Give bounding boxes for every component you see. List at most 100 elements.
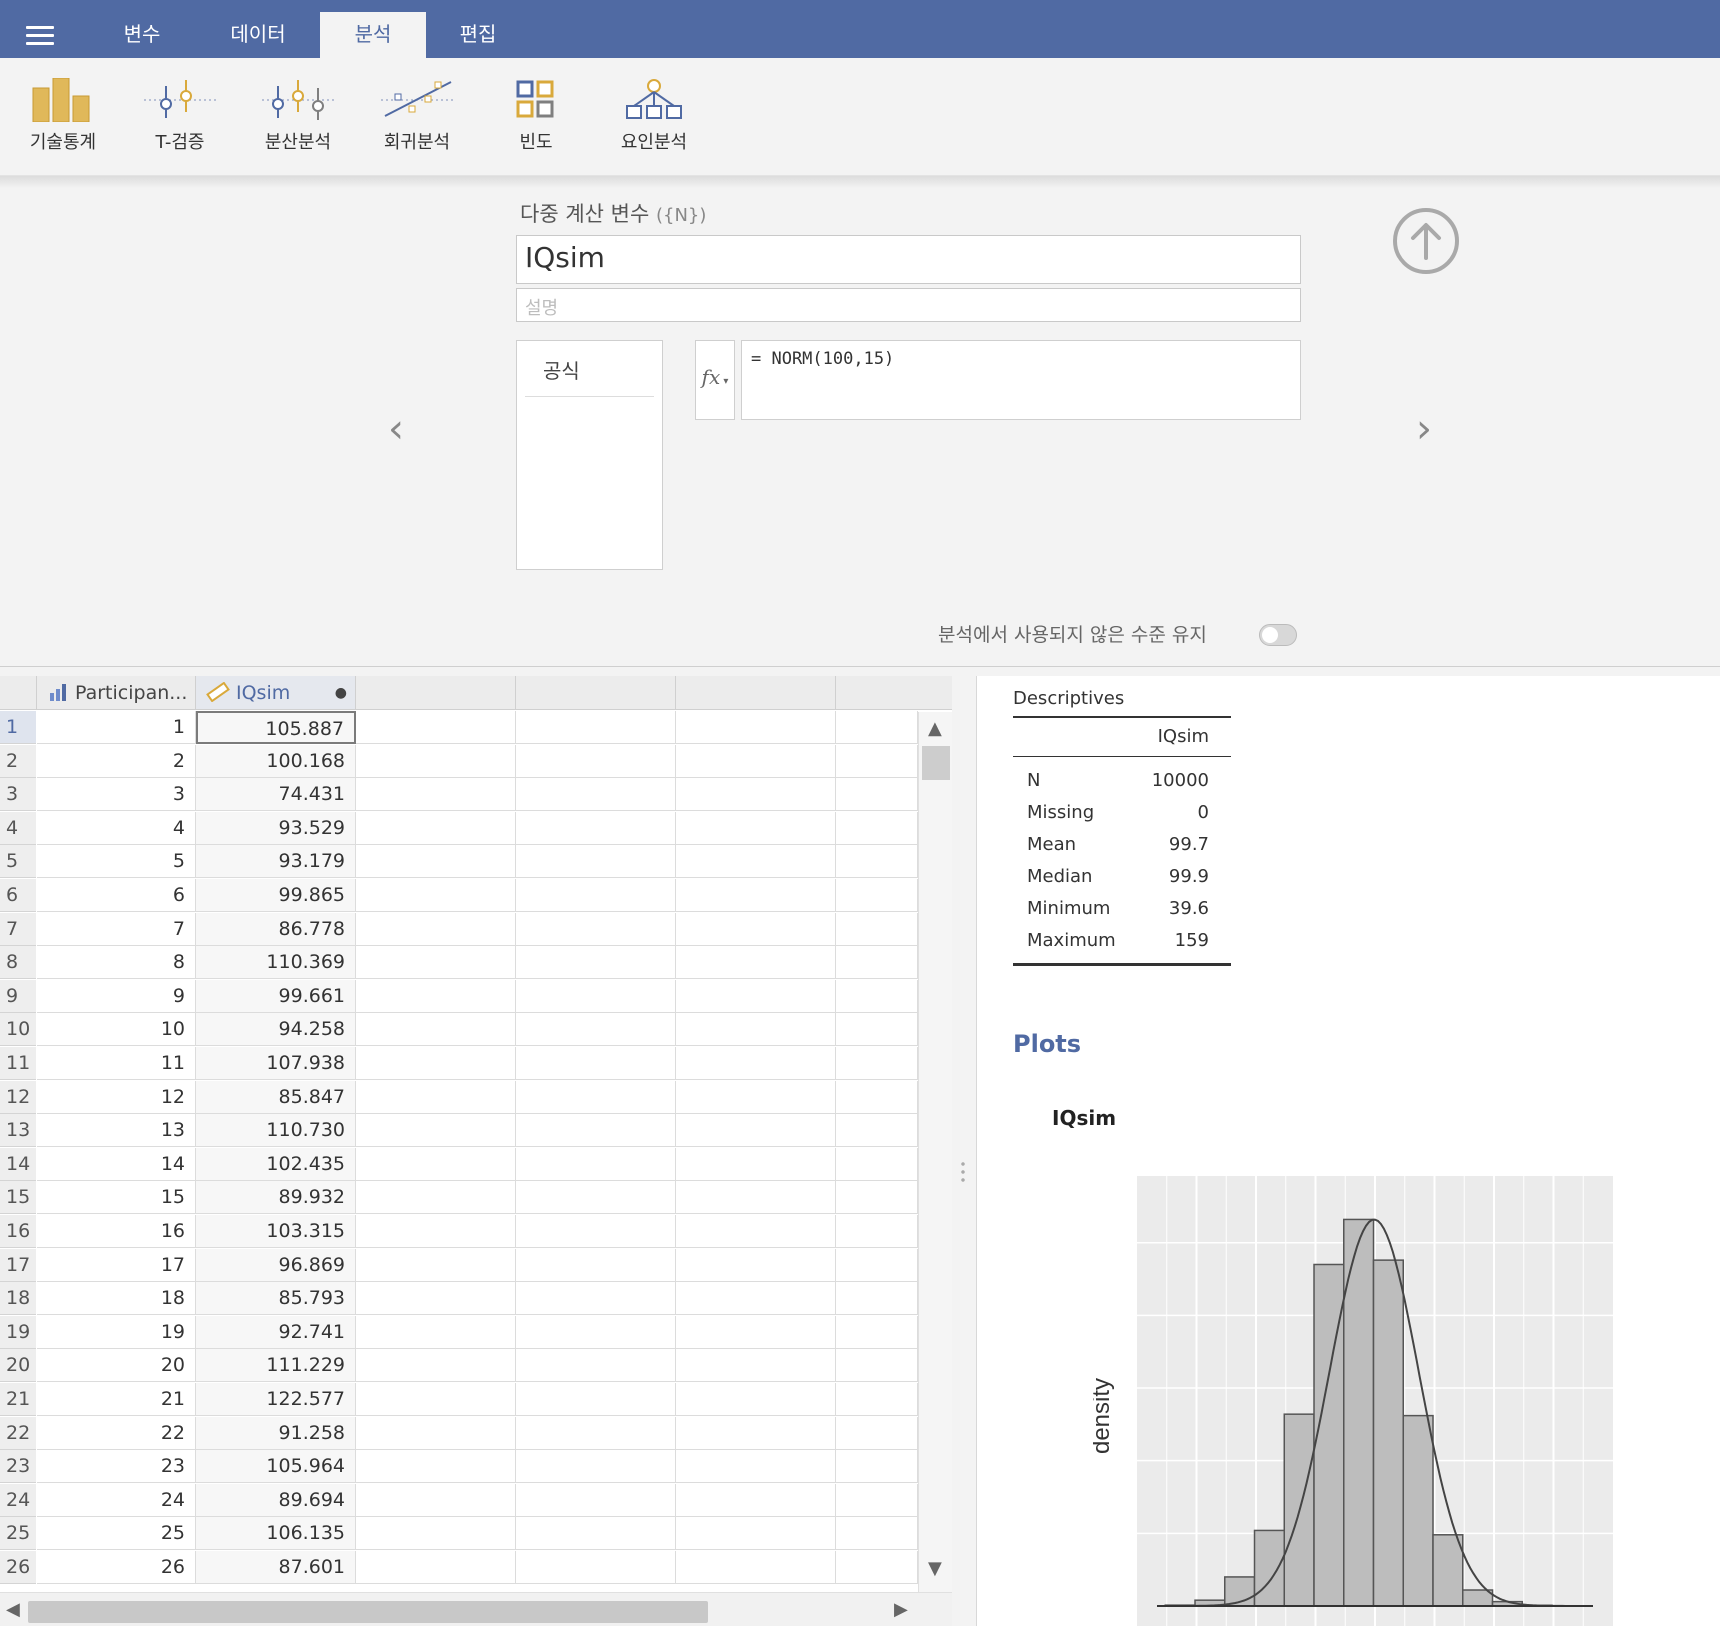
table-cell[interactable] [676,912,836,946]
table-cell[interactable] [516,1450,676,1484]
table-cell[interactable]: 102.435 [196,1147,356,1181]
table-cell[interactable] [516,1114,676,1148]
row-number[interactable]: 15 [0,1181,36,1215]
table-cell[interactable] [836,1282,918,1316]
table-cell[interactable] [836,1080,918,1114]
table-cell[interactable] [356,1450,516,1484]
table-cell[interactable] [516,1483,676,1517]
row-number[interactable]: 14 [0,1147,36,1181]
table-cell[interactable] [836,1114,918,1148]
formula-input[interactable]: = NORM(100,15) [741,340,1301,420]
table-cell[interactable] [676,1517,836,1551]
ribbon-descriptives-button[interactable]: 기술통계 [8,78,118,154]
table-cell[interactable] [356,1517,516,1551]
table-cell[interactable]: 3 [37,778,196,812]
table-cell[interactable]: 111.229 [196,1349,356,1383]
table-cell[interactable]: 8 [37,946,196,980]
row-number[interactable]: 25 [0,1517,36,1551]
table-cell[interactable] [836,1551,918,1584]
table-cell[interactable] [836,1248,918,1282]
table-cell[interactable]: 21 [37,1383,196,1416]
table-cell[interactable] [676,1450,836,1484]
row-number[interactable]: 24 [0,1483,36,1517]
table-cell[interactable] [836,778,918,812]
column-header-empty[interactable] [836,676,952,710]
table-cell[interactable]: 105.887 [196,711,356,744]
table-cell[interactable] [676,1047,836,1080]
table-cell[interactable]: 13 [37,1114,196,1148]
table-cell[interactable]: 5 [37,845,196,879]
table-cell[interactable] [356,1551,516,1584]
table-cell[interactable] [676,1315,836,1349]
scroll-left-arrow-icon[interactable]: ◀ [6,1599,20,1620]
table-cell[interactable] [836,1013,918,1047]
table-cell[interactable] [676,979,836,1013]
table-cell[interactable] [676,1080,836,1114]
table-cell[interactable] [516,811,676,845]
table-cell[interactable] [516,1147,676,1181]
table-cell[interactable] [516,1383,676,1416]
row-number[interactable]: 17 [0,1248,36,1282]
table-cell[interactable] [516,1315,676,1349]
vertical-scroll-thumb[interactable] [922,746,950,780]
table-cell[interactable]: 105.964 [196,1450,356,1484]
table-cell[interactable] [356,711,516,744]
table-cell[interactable] [836,946,918,980]
table-cell[interactable] [676,1349,836,1383]
row-number[interactable]: 7 [0,912,36,946]
table-cell[interactable] [676,744,836,778]
table-cell[interactable]: 14 [37,1147,196,1181]
vertical-scrollbar[interactable]: ▲ ▼ [918,712,952,1592]
table-cell[interactable]: 87.601 [196,1551,356,1584]
table-cell[interactable] [836,1181,918,1215]
column-header-iqsim[interactable]: IQsim ● [196,676,356,710]
ribbon-regression-button[interactable]: 회귀분석 [362,78,472,154]
table-cell[interactable] [356,778,516,812]
ribbon-frequencies-button[interactable]: 빈도 [481,78,591,154]
table-cell[interactable] [356,744,516,778]
table-cell[interactable] [676,1383,836,1416]
variable-name-field[interactable]: IQsim [516,235,1301,284]
table-cell[interactable]: 24 [37,1483,196,1517]
table-cell[interactable]: 93.529 [196,811,356,845]
table-cell[interactable] [516,1215,676,1248]
table-cell[interactable]: 85.793 [196,1282,356,1316]
row-number[interactable]: 8 [0,946,36,980]
table-cell[interactable]: 9 [37,979,196,1013]
scroll-up-arrow-icon[interactable]: ▲ [928,718,942,739]
row-number[interactable]: 16 [0,1215,36,1248]
previous-variable-chevron-icon[interactable]: ‹ [388,406,404,452]
table-cell[interactable] [516,845,676,879]
table-cell[interactable] [516,1181,676,1215]
table-cell[interactable] [356,979,516,1013]
ribbon-anova-button[interactable]: 분산분석 [243,78,353,154]
table-cell[interactable] [356,879,516,912]
table-cell[interactable] [836,979,918,1013]
table-cell[interactable]: 22 [37,1416,196,1450]
row-number[interactable]: 22 [0,1416,36,1450]
table-cell[interactable] [356,1047,516,1080]
column-header-empty[interactable] [676,676,836,710]
table-cell[interactable] [356,1416,516,1450]
variable-description-field[interactable]: 설명 [516,288,1301,322]
table-cell[interactable] [356,1080,516,1114]
table-cell[interactable] [516,1013,676,1047]
table-cell[interactable] [836,1047,918,1080]
table-cell[interactable] [516,879,676,912]
table-cell[interactable] [676,1013,836,1047]
table-cell[interactable] [676,1416,836,1450]
table-cell[interactable]: 26 [37,1551,196,1584]
tab-analyses[interactable]: 분석 [320,12,426,58]
table-cell[interactable]: 96.869 [196,1248,356,1282]
row-number[interactable]: 6 [0,879,36,912]
table-cell[interactable] [676,1181,836,1215]
table-cell[interactable]: 103.315 [196,1215,356,1248]
splitter-grip-icon[interactable] [961,1160,965,1184]
table-cell[interactable] [516,1517,676,1551]
horizontal-scroll-thumb[interactable] [28,1601,708,1623]
table-cell[interactable]: 19 [37,1315,196,1349]
column-header-empty[interactable] [516,676,676,710]
table-cell[interactable] [516,1349,676,1383]
table-cell[interactable] [356,1215,516,1248]
table-cell[interactable] [516,1080,676,1114]
